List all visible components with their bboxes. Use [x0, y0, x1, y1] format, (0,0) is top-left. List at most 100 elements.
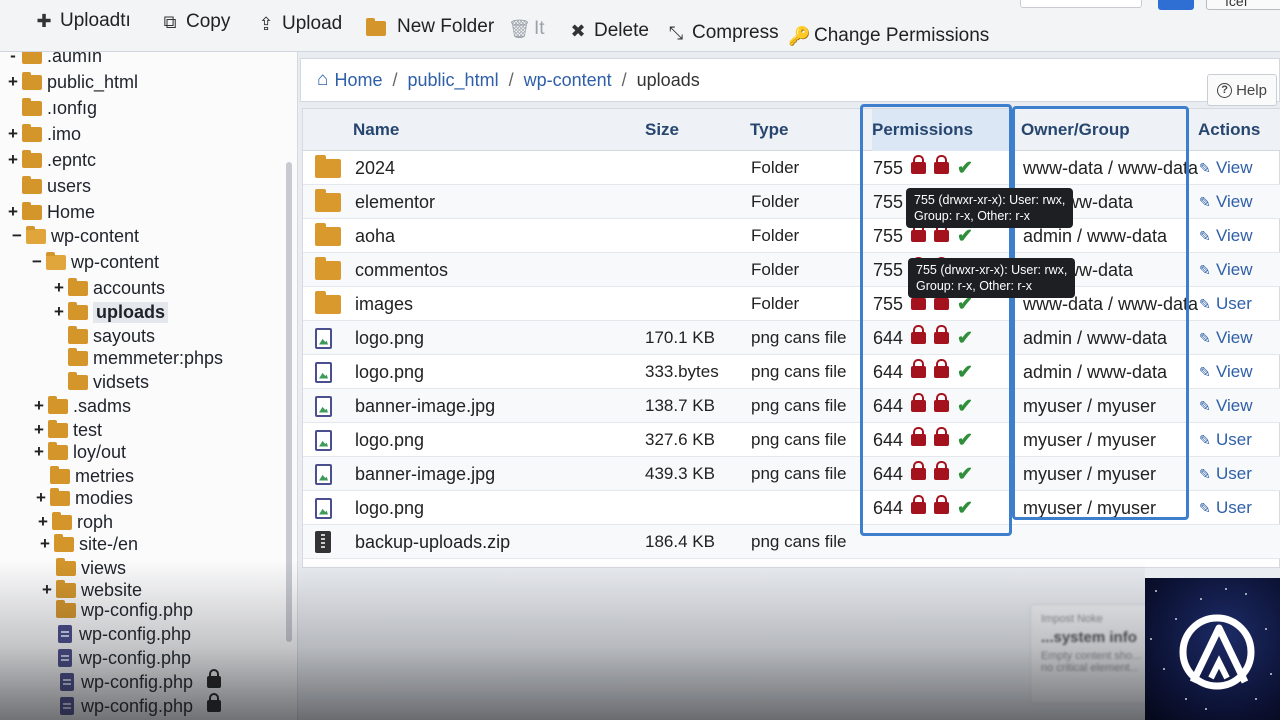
permission-cell[interactable]: 644 ✔ — [873, 355, 973, 389]
upload-dir-button[interactable]: ✚ Uploadtı — [34, 10, 130, 32]
file-name[interactable]: logo.png — [355, 423, 424, 457]
breadcrumb-home[interactable]: Home — [334, 70, 382, 91]
permission-cell[interactable]: 644 ✔ — [873, 321, 973, 355]
column-size[interactable]: Size — [645, 109, 679, 151]
file-name[interactable]: 2024 — [355, 151, 395, 185]
tree-item[interactable]: + roph — [36, 510, 113, 534]
tree-item[interactable]: + site-/en — [38, 532, 138, 556]
change-permissions-button[interactable]: 🔑 Change Permissions — [788, 25, 989, 47]
row-action-button[interactable]: ✎ View — [1199, 253, 1253, 287]
tree-toggle[interactable]: + — [38, 534, 52, 554]
tree-item[interactable]: + public_html — [6, 70, 138, 94]
tree-item[interactable]: wp-config.php — [42, 646, 191, 670]
tree-toggle[interactable]: − — [30, 252, 44, 272]
table-row[interactable]: commentosFolder755✔ta / www-data✎View — [303, 253, 1280, 287]
file-name[interactable]: banner-image.jpg — [355, 389, 495, 423]
upload-button[interactable]: ⇪ Upload — [256, 13, 342, 35]
row-action-button[interactable]: ✎ View — [1199, 219, 1253, 253]
tree-item[interactable]: wp-config.php — [44, 669, 222, 694]
file-name[interactable]: banner-image.jpg — [355, 457, 495, 491]
search-button[interactable] — [1158, 0, 1194, 10]
row-action-button[interactable]: ✎ User — [1199, 423, 1252, 457]
tree-toggle[interactable]: + — [40, 580, 54, 600]
row-action-button[interactable]: ✎ User — [1199, 457, 1252, 491]
table-row[interactable]: logo.png 170.1 KB png cans file 644 ✔ admin /… — [303, 321, 1280, 355]
column-owner-group[interactable]: Owner/Group — [1021, 109, 1130, 151]
tree-item[interactable]: − wp-content — [30, 250, 159, 274]
tree-item[interactable]: − wp-content — [10, 224, 139, 248]
sidebar-scrollbar[interactable] — [286, 162, 292, 642]
file-name[interactable]: logo.png — [355, 321, 424, 355]
permission-cell[interactable]: 644 ✔ — [873, 423, 973, 457]
breadcrumb-wp-content[interactable]: wp-content — [524, 70, 612, 91]
home-icon[interactable]: ⌂ — [317, 69, 328, 91]
tree-item[interactable]: metries — [34, 464, 134, 488]
column-name[interactable]: Name — [353, 109, 399, 151]
tree-item[interactable]: + .sadms — [32, 394, 131, 418]
edit-button[interactable]: 🗑 It — [508, 18, 545, 40]
column-permissions[interactable]: Permissions — [872, 109, 1012, 151]
table-row[interactable]: 2024 Folder 755 ✔ www-data / www-data ✎ View — [303, 151, 1280, 185]
column-type[interactable]: Type — [750, 109, 788, 151]
tree-toggle[interactable]: + — [6, 72, 20, 92]
file-name[interactable]: images — [355, 287, 413, 321]
new-folder-button[interactable]: New Folder — [366, 16, 494, 38]
tree-item[interactable]: users — [6, 174, 91, 198]
file-name[interactable]: elementor — [355, 185, 435, 219]
permission-cell[interactable]: 755 ✔ — [873, 151, 973, 185]
tree-toggle[interactable]: + — [6, 124, 20, 144]
tree-toggle[interactable]: + — [36, 512, 50, 532]
table-row[interactable]: logo.png 327.6 KB png cans file 644 ✔ myuser … — [303, 423, 1280, 457]
file-name[interactable]: logo.png — [355, 355, 424, 389]
tree-toggle[interactable]: - — [6, 52, 20, 66]
tree-item[interactable]: - .aumın — [6, 52, 102, 68]
tree-toggle[interactable]: + — [6, 202, 20, 222]
tree-item[interactable]: + modies — [34, 486, 133, 510]
file-name[interactable]: aoha — [355, 219, 395, 253]
permission-cell[interactable]: 644 ✔ — [873, 491, 973, 525]
tree-item[interactable]: vidsets — [52, 370, 149, 394]
row-action-button[interactable]: ✎ View — [1199, 355, 1253, 389]
tree-toggle[interactable]: + — [52, 278, 66, 298]
row-action-button[interactable]: ✎ View — [1199, 389, 1253, 423]
row-action-button[interactable]: ✎ View — [1199, 321, 1253, 355]
tree-item[interactable]: + .imo — [6, 122, 81, 146]
tree-item[interactable]: + accounts — [52, 276, 165, 300]
tree-item[interactable]: + .epntc — [6, 148, 96, 172]
tree-toggle[interactable]: + — [32, 442, 46, 462]
compress-button[interactable]: ⤡ Compress — [666, 22, 779, 44]
tree-item[interactable]: wp-config.php — [42, 622, 191, 646]
tree-item[interactable]: + loy/out — [32, 440, 126, 464]
table-row[interactable]: elementorFolder755✔ta / www-data✎View — [303, 185, 1280, 219]
row-action-button[interactable]: ✎ User — [1199, 491, 1252, 525]
tree-toggle[interactable]: + — [32, 420, 46, 440]
tree-item[interactable]: memmeter:phps — [52, 346, 223, 370]
tree-item[interactable]: sayouts — [52, 324, 155, 348]
row-action-button[interactable]: ✎ View — [1199, 151, 1253, 185]
tree-toggle[interactable]: + — [32, 396, 46, 416]
file-name[interactable]: logo.png — [355, 491, 424, 525]
row-action-button[interactable]: ✎ View — [1199, 185, 1253, 219]
table-row[interactable]: backup-uploads.zip 186.4 KB png cans file — [303, 525, 1280, 559]
tree-item[interactable]: + uploads — [52, 300, 169, 324]
tree-item[interactable]: wp-config.php — [40, 598, 193, 622]
tree-toggle[interactable]: − — [10, 226, 24, 246]
tree-item[interactable]: wp-config.php — [44, 693, 222, 718]
copy-button[interactable]: ⧉ Copy — [160, 11, 231, 33]
tree-item[interactable]: + test — [32, 418, 102, 442]
tree-toggle[interactable]: + — [6, 150, 20, 170]
permission-cell[interactable]: 644 ✔ — [873, 457, 973, 491]
table-row[interactable]: logo.png 333.bytes png cans file 644 ✔ admin … — [303, 355, 1280, 389]
table-row[interactable]: banner-image.jpg 138.7 KB png cans file 644… — [303, 389, 1280, 423]
search-input[interactable] — [1020, 0, 1142, 8]
table-row[interactable]: images Folder 755 ✔ www-data / www-data ✎ User — [303, 287, 1280, 321]
row-action-button[interactable]: ✎ User — [1199, 287, 1252, 321]
delete-button[interactable]: ✖ Delete — [568, 20, 648, 42]
table-row[interactable]: aoha Folder 755 ✔ admin / www-data ✎ View — [303, 219, 1280, 253]
table-row[interactable]: banner-image.jpg 439.3 KB png cans file 644… — [303, 457, 1280, 491]
tree-toggle[interactable]: + — [34, 488, 48, 508]
permission-cell[interactable]: 644 ✔ — [873, 389, 973, 423]
tree-item[interactable]: .ıonfıg — [6, 96, 97, 120]
tree-item[interactable]: views — [40, 556, 126, 580]
tree-toggle[interactable]: + — [52, 302, 66, 322]
